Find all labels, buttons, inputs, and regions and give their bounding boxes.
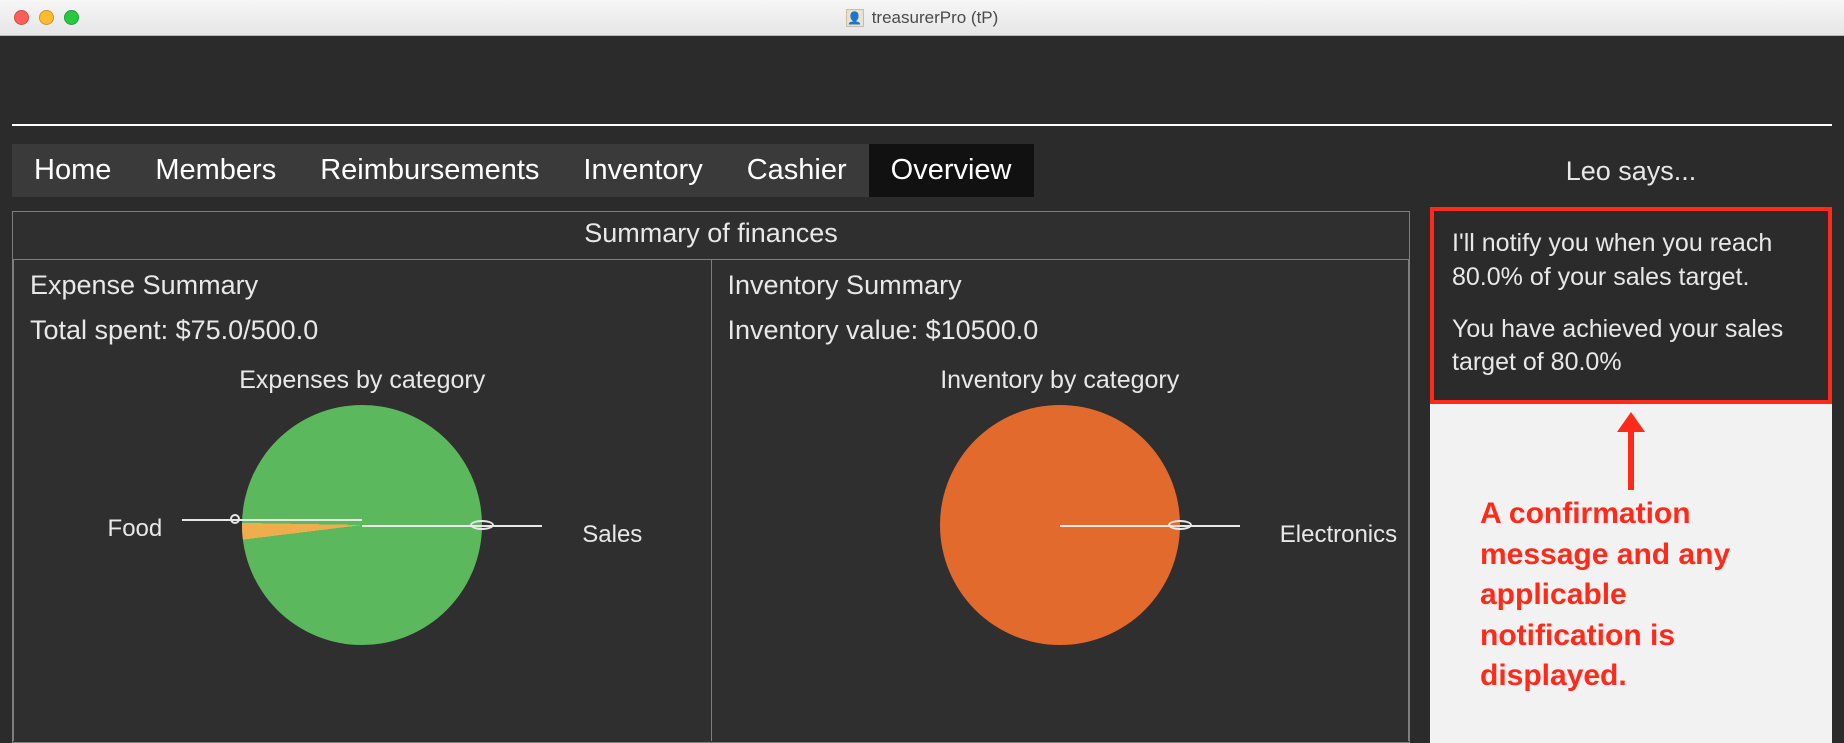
tab-bar: Home Members Reimbursements Inventory Ca…: [12, 144, 1410, 197]
inventory-pie-chart: Electronics: [728, 405, 1393, 665]
leo-message-line-2: You have achieved your sales target of 8…: [1452, 313, 1810, 381]
tab-home[interactable]: Home: [12, 144, 133, 197]
expense-pie: [242, 405, 482, 645]
tab-overview[interactable]: Overview: [869, 144, 1034, 197]
zoom-window-button[interactable]: [64, 10, 79, 25]
minimize-window-button[interactable]: [39, 10, 54, 25]
leo-says-header: Leo says...: [1430, 144, 1832, 207]
expense-total: Total spent: $75.0/500.0: [30, 315, 695, 346]
summary-title: Summary of finances: [13, 212, 1409, 259]
content-area: Home Members Reimbursements Inventory Ca…: [0, 126, 1844, 743]
main-column: Home Members Reimbursements Inventory Ca…: [12, 144, 1410, 743]
tab-members[interactable]: Members: [133, 144, 298, 197]
expense-pie-label-sales: Sales: [562, 521, 642, 549]
expense-pie-label-food: Food: [108, 515, 163, 543]
inventory-heading: Inventory Summary: [728, 270, 1393, 301]
tab-group: Home Members Reimbursements Inventory Ca…: [12, 144, 1034, 197]
window-title: 👤 treasurerPro (tP): [0, 8, 1844, 28]
inventory-chart-title: Inventory by category: [728, 366, 1393, 395]
pie-leader-dot: [470, 520, 494, 530]
pie-leader-dot: [1168, 520, 1192, 530]
inventory-pie: [940, 405, 1180, 645]
annotation-text: A confirmation message and any applicabl…: [1430, 494, 1832, 697]
inventory-pie-label-electronics: Electronics: [1260, 521, 1397, 549]
expense-pie-chart: Sales Food: [30, 405, 695, 665]
expense-summary-panel: Expense Summary Total spent: $75.0/500.0…: [13, 259, 712, 741]
inventory-value: Inventory value: $10500.0: [728, 315, 1393, 346]
inventory-summary-panel: Inventory Summary Inventory value: $1050…: [712, 259, 1410, 741]
close-window-button[interactable]: [14, 10, 29, 25]
pie-leader-line: [1060, 525, 1240, 527]
window-title-text: treasurerPro (tP): [872, 8, 999, 28]
annotation-area: A confirmation message and any applicabl…: [1430, 404, 1832, 743]
pie-leader-line: [362, 525, 542, 527]
expense-heading: Expense Summary: [30, 270, 695, 301]
app-icon: 👤: [846, 9, 864, 27]
tab-cashier[interactable]: Cashier: [725, 144, 869, 197]
side-column: Leo says... I'll notify you when you rea…: [1410, 144, 1832, 743]
leo-message-box: I'll notify you when you reach 80.0% of …: [1430, 207, 1832, 404]
window-controls: [14, 10, 79, 25]
toolbar-band: [12, 36, 1832, 126]
summary-of-finances: Summary of finances Expense Summary Tota…: [12, 211, 1410, 743]
leo-message-line-1: I'll notify you when you reach 80.0% of …: [1452, 227, 1810, 295]
tab-reimbursements[interactable]: Reimbursements: [298, 144, 561, 197]
tab-inventory[interactable]: Inventory: [561, 144, 724, 197]
arrow-up-icon: [1611, 412, 1651, 492]
summary-panels: Expense Summary Total spent: $75.0/500.0…: [13, 259, 1409, 741]
pie-leader-line: [182, 519, 362, 521]
pie-leader-dot: [230, 514, 240, 524]
window-titlebar: 👤 treasurerPro (tP): [0, 0, 1844, 36]
expense-chart-title: Expenses by category: [30, 366, 695, 395]
